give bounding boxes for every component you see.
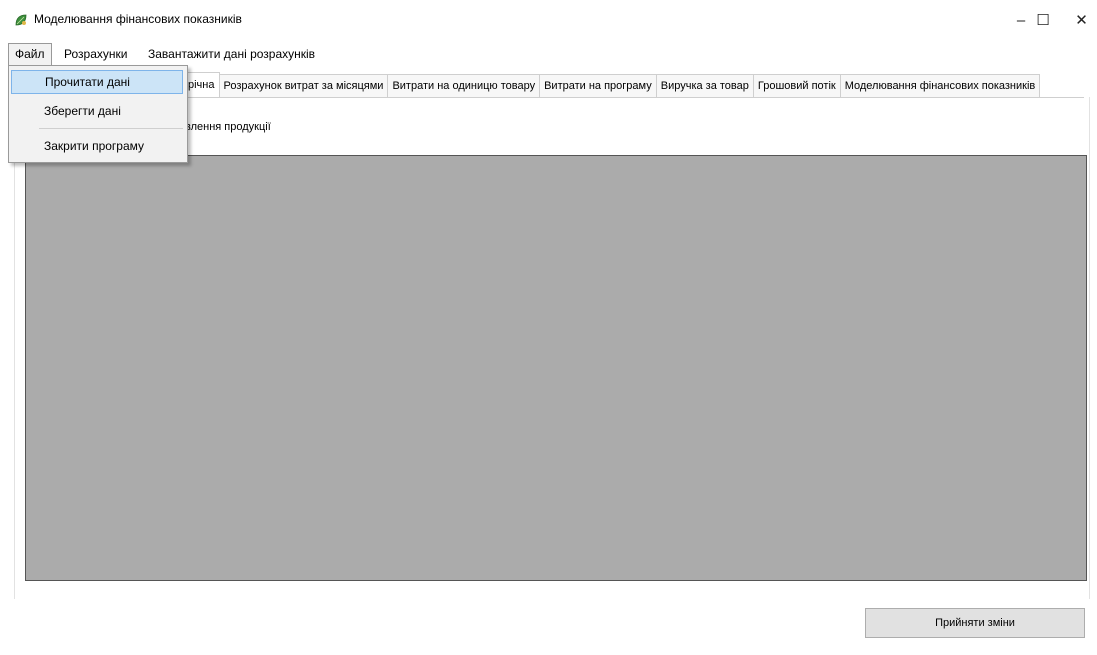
section-label-text: влення продукції bbox=[185, 121, 271, 133]
tab-unit-costs[interactable]: Витрати на одиницю товару bbox=[387, 74, 541, 97]
file-dropdown-menu: Прочитати дані Зберегти дані Закрити про… bbox=[8, 65, 188, 163]
tab-monthly-costs[interactable]: Розрахунок витрат за місяцями bbox=[218, 74, 389, 97]
menu-file[interactable]: Файл bbox=[8, 43, 52, 66]
close-button[interactable]: ✕ bbox=[1066, 0, 1097, 40]
accept-changes-button[interactable]: Прийняти зміни bbox=[865, 608, 1085, 638]
data-grid[interactable] bbox=[25, 155, 1087, 581]
window-title: Моделювання фінансових показників bbox=[34, 12, 242, 26]
title-bar: Моделювання фінансових показників – ☐ ✕ bbox=[0, 0, 1097, 40]
menu-item-close-program[interactable]: Закрити програму bbox=[11, 134, 183, 158]
tab-program-costs[interactable]: Витрати на програму bbox=[539, 74, 657, 97]
menu-separator bbox=[39, 128, 183, 129]
tab-cash-flow[interactable]: Грошовий потік bbox=[752, 74, 841, 97]
tab-revenue[interactable]: Виручка за товар bbox=[655, 74, 754, 97]
app-leaf-icon bbox=[15, 14, 27, 26]
maximize-button[interactable]: ☐ bbox=[1020, 0, 1066, 40]
tab-annual[interactable]: річна bbox=[183, 72, 220, 97]
menu-bar: Файл Розрахунки Завантажити дані розраху… bbox=[0, 43, 1097, 66]
menu-load-calculation-data[interactable]: Завантажити дані розрахунків bbox=[142, 43, 321, 65]
tab-financial-modeling[interactable]: Моделювання фінансових показників bbox=[839, 74, 1041, 97]
menu-calculations[interactable]: Розрахунки bbox=[58, 43, 133, 65]
menu-item-save-data[interactable]: Зберегти дані bbox=[11, 99, 183, 123]
menu-item-read-data[interactable]: Прочитати дані bbox=[11, 70, 183, 94]
